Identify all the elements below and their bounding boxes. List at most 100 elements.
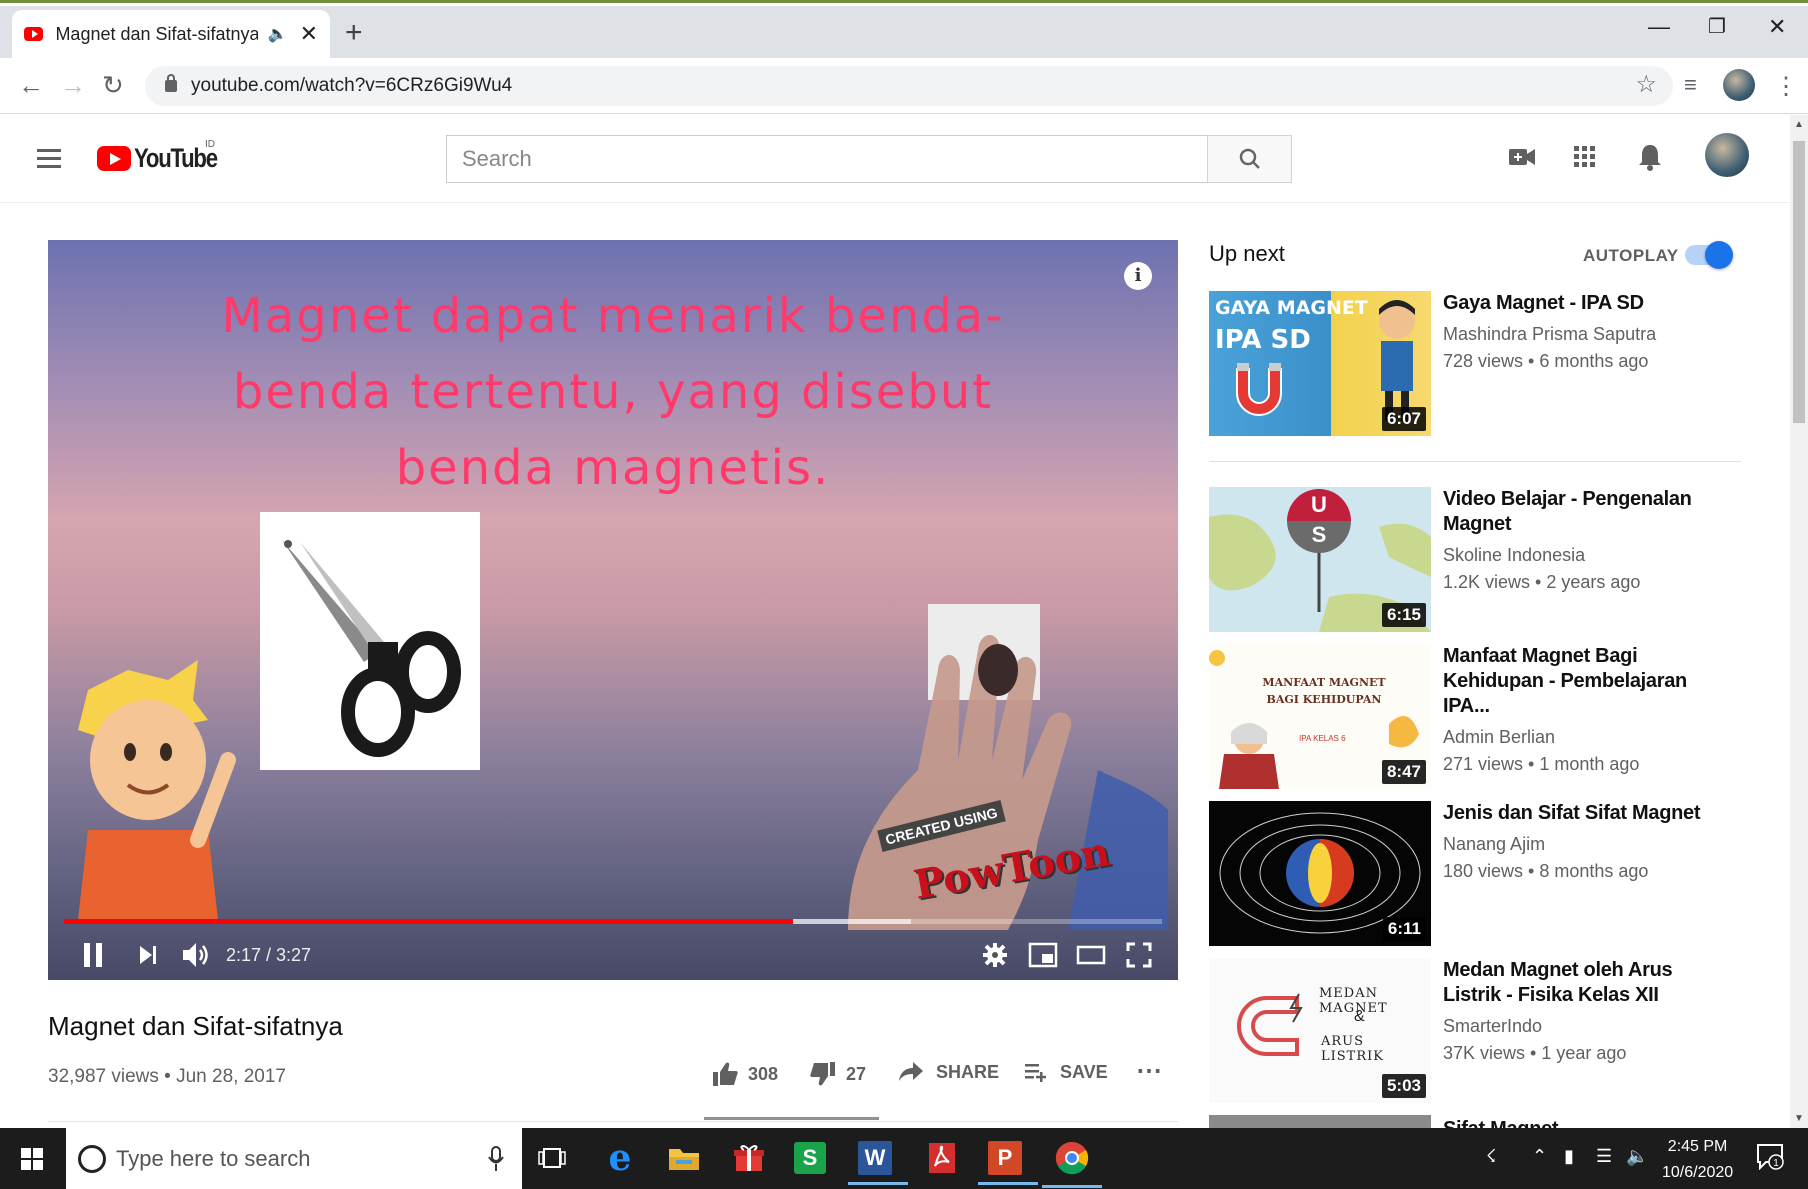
autoplay-label: AUTOPLAY (1583, 246, 1679, 265)
scrollbar-thumb[interactable] (1793, 141, 1805, 423)
item-channel[interactable]: SmarterIndo (1443, 1016, 1733, 1037)
people-icon[interactable]: ☇ (1486, 1146, 1496, 1167)
action-center-icon[interactable]: 1 (1756, 1142, 1784, 1175)
up-next-item[interactable]: GAYA MAGNET IPA SD 6:07 Gaya Magnet - IP… (1209, 291, 1749, 436)
create-video-icon[interactable] (1508, 145, 1536, 174)
theater-mode-icon[interactable] (1076, 942, 1106, 968)
battery-icon[interactable]: ▮ (1564, 1146, 1574, 1167)
info-icon[interactable]: i (1124, 262, 1152, 290)
item-title[interactable]: Sifat Magnet (1443, 1115, 1733, 1128)
thumb-text: GAYA MAGNET (1215, 297, 1368, 319)
thumb-text: & (1354, 1008, 1365, 1025)
item-title[interactable]: Jenis dan Sifat Sifat Magnet (1443, 801, 1733, 826)
next-video-icon[interactable] (138, 945, 158, 965)
apps-grid-icon[interactable] (1573, 145, 1597, 174)
miniplayer-icon[interactable] (1028, 942, 1058, 968)
reload-icon[interactable]: ↻ (102, 70, 124, 101)
file-explorer-icon[interactable] (664, 1138, 704, 1178)
item-channel[interactable]: Skoline Indonesia (1443, 545, 1733, 566)
address-bar[interactable]: youtube.com/watch?v=6CRz6Gi9Wu4 ☆ (145, 66, 1673, 106)
start-button[interactable] (0, 1128, 64, 1189)
settings-gear-icon[interactable] (982, 942, 1008, 968)
volume-icon[interactable] (182, 942, 212, 968)
scroll-up-icon[interactable]: ▲ (1794, 119, 1804, 130)
profile-avatar[interactable] (1723, 69, 1755, 101)
notifications-bell-icon[interactable] (1638, 143, 1662, 176)
video-progress-bar[interactable] (64, 919, 1162, 924)
powerpoint-app-icon[interactable]: P (978, 1141, 1038, 1185)
video-thumbnail[interactable] (1209, 1115, 1431, 1128)
gift-app-icon[interactable] (729, 1138, 769, 1178)
show-hidden-icons-chevron[interactable]: ⌃ (1532, 1146, 1547, 1167)
save-label: SAVE (1060, 1061, 1108, 1082)
tab-close-icon[interactable]: ✕ (300, 21, 318, 47)
up-next-item[interactable]: 6:11 Jenis dan Sifat Sifat Magnet Nanang… (1209, 801, 1749, 946)
search-input[interactable]: Search (446, 135, 1208, 183)
browser-toolbar: ← → ↻ youtube.com/watch?v=6CRz6Gi9Wu4 ☆ … (0, 58, 1808, 114)
up-next-item[interactable]: MEDAN MAGNET & ARUS LISTRIK 5:03 Medan M… (1209, 958, 1749, 1103)
overlay-line: Magnet dapat menarik benda- (221, 288, 1005, 344)
account-avatar[interactable] (1705, 133, 1749, 177)
item-channel[interactable]: Nanang Ajim (1443, 834, 1733, 855)
taskbar-search-input[interactable]: Type here to search (66, 1128, 522, 1189)
minimize-icon[interactable]: — (1648, 14, 1670, 40)
tab-strip: Magnet dan Sifat-sifatnya - Y 🔈 ✕ + — ❐ … (0, 6, 1808, 58)
item-meta: 728 views • 6 months ago (1443, 351, 1649, 371)
search-button[interactable] (1207, 135, 1292, 183)
microphone-icon[interactable] (488, 1146, 504, 1172)
item-channel[interactable]: Admin Berlian (1443, 727, 1733, 748)
scroll-down-icon[interactable]: ▼ (1794, 1113, 1804, 1124)
edge-browser-icon[interactable]: e (600, 1137, 640, 1179)
speaker-icon[interactable]: 🔈 (268, 24, 288, 44)
video-player[interactable]: Magnet dapat menarik benda- benda terten… (48, 240, 1178, 980)
chrome-browser-icon[interactable] (1042, 1138, 1102, 1188)
spreadsheet-app-icon[interactable]: S (794, 1142, 826, 1174)
item-meta: 1.2K views • 2 years ago (1443, 572, 1641, 592)
autoplay-toggle[interactable] (1685, 241, 1733, 269)
more-actions-icon[interactable]: ⋯ (1136, 1055, 1162, 1086)
browser-menu-icon[interactable]: ⋮ (1774, 72, 1798, 101)
item-title[interactable]: Manfaat Magnet Bagi Kehidupan - Pembelaj… (1443, 644, 1733, 719)
youtube-favicon-icon (24, 27, 44, 41)
video-thumbnail[interactable]: MEDAN MAGNET & ARUS LISTRIK 5:03 (1209, 958, 1431, 1103)
forward-arrow-icon[interactable]: → (60, 70, 86, 101)
windows-logo-icon (21, 1147, 43, 1170)
up-next-item[interactable]: U S 6:15 Video Belajar - Pengenalan Magn… (1209, 487, 1749, 632)
page-scrollbar[interactable]: ▲ ▼ (1790, 115, 1808, 1128)
url-text[interactable]: youtube.com/watch?v=6CRz6Gi9Wu4 (191, 75, 512, 97)
item-title[interactable]: Gaya Magnet - IPA SD (1443, 291, 1733, 316)
wifi-icon[interactable]: ☰ (1596, 1146, 1612, 1167)
item-title[interactable]: Video Belajar - Pengenalan Magnet (1443, 487, 1733, 537)
new-tab-button[interactable]: + (345, 16, 363, 50)
video-thumbnail[interactable]: U S 6:15 (1209, 487, 1431, 632)
word-app-icon[interactable]: W (848, 1141, 908, 1185)
restore-icon[interactable]: ❐ (1708, 14, 1726, 39)
share-button[interactable]: SHARE (898, 1061, 999, 1083)
dislike-count: 27 (846, 1063, 867, 1084)
pause-icon[interactable] (82, 942, 104, 968)
hamburger-menu-icon[interactable] (37, 149, 61, 168)
bookmark-star-icon[interactable]: ☆ (1635, 70, 1657, 99)
video-thumbnail[interactable]: 6:11 (1209, 801, 1431, 946)
item-title[interactable]: Medan Magnet oleh Arus Listrik - Fisika … (1443, 958, 1733, 1008)
video-thumbnail[interactable]: GAYA MAGNET IPA SD 6:07 (1209, 291, 1431, 436)
dislike-button[interactable]: 27 (810, 1061, 866, 1087)
like-button[interactable]: 308 (712, 1061, 778, 1087)
back-arrow-icon[interactable]: ← (18, 70, 44, 101)
progress-played (64, 919, 794, 924)
task-view-icon[interactable] (532, 1138, 572, 1178)
item-channel[interactable]: Mashindra Prisma Saputra (1443, 324, 1733, 345)
save-button[interactable]: SAVE (1024, 1061, 1108, 1083)
system-clock[interactable]: 2:45 PM 10/6/2020 (1662, 1134, 1733, 1186)
video-thumbnail[interactable]: MANFAAT MAGNET BAGI KEHIDUPAN IPA KELAS … (1209, 644, 1431, 789)
browser-tab[interactable]: Magnet dan Sifat-sifatnya - Y 🔈 ✕ (12, 10, 330, 58)
fullscreen-icon[interactable] (1126, 942, 1152, 968)
reading-list-icon[interactable]: ≡ (1684, 72, 1697, 98)
volume-tray-icon[interactable]: 🔈 (1626, 1146, 1648, 1167)
up-next-item[interactable]: MANFAAT MAGNET BAGI KEHIDUPAN IPA KELAS … (1209, 644, 1749, 789)
youtube-logo[interactable]: YouTube ID (97, 139, 235, 174)
up-next-item[interactable]: Sifat Magnet (1209, 1115, 1749, 1128)
pdf-reader-icon[interactable] (922, 1138, 962, 1178)
window-close-icon[interactable]: ✕ (1768, 14, 1786, 40)
up-next-heading: Up next (1209, 241, 1285, 266)
